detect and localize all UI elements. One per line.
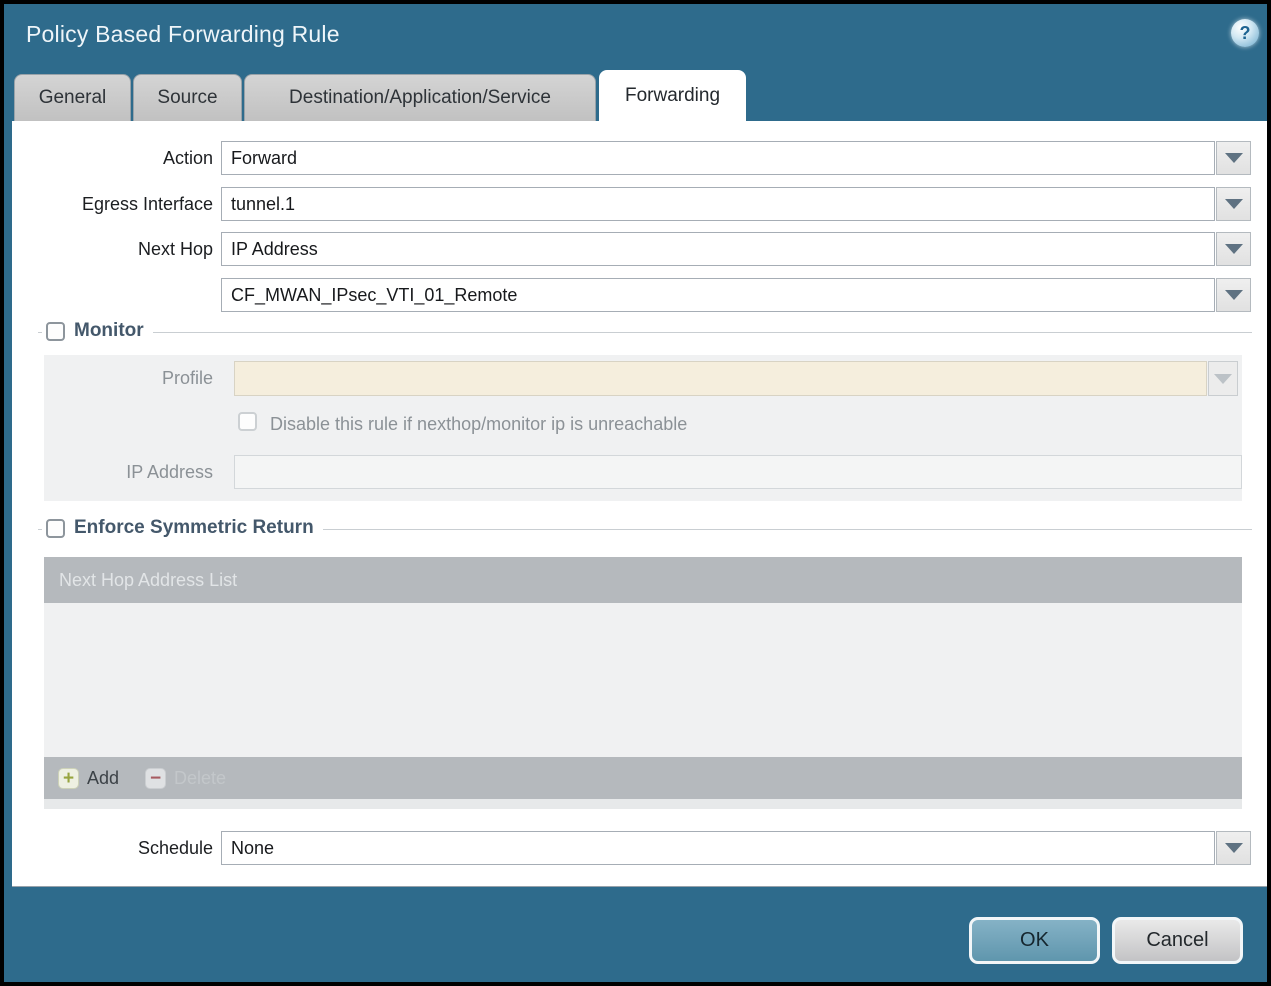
action-dropdown-button[interactable] (1216, 141, 1251, 175)
tab-forwarding[interactable]: Forwarding (599, 70, 746, 121)
next-hop-address-combo (221, 278, 1251, 312)
ok-button-label: OK (1020, 929, 1049, 951)
monitor-ip-address-input (234, 455, 1242, 489)
next-hop-address-list-toolbar: + Add − Delete (44, 757, 1242, 799)
monitor-legend: Monitor (42, 320, 153, 342)
next-hop-combo (221, 232, 1251, 266)
profile-combo (234, 361, 1238, 396)
chevron-down-icon (1224, 153, 1243, 163)
disable-rule-label: Disable this rule if nexthop/monitor ip … (270, 414, 688, 434)
tab-forwarding-label: Forwarding (624, 85, 721, 106)
chevron-down-icon (1224, 199, 1243, 209)
profile-dropdown-button (1208, 361, 1238, 396)
schedule-combo (221, 831, 1251, 865)
symmetric-return-group: Enforce Symmetric Return (38, 517, 1252, 539)
next-hop-address-input[interactable] (221, 278, 1215, 312)
tab-source[interactable]: Source (133, 74, 242, 121)
table-resize-strip (44, 799, 1242, 809)
next-hop-address-dropdown-button[interactable] (1216, 278, 1251, 312)
help-icon[interactable]: ? (1231, 19, 1259, 47)
next-hop-address-list-body (44, 603, 1242, 757)
monitor-legend-label: Monitor (74, 320, 144, 341)
next-hop-type-input[interactable] (221, 232, 1215, 266)
chevron-down-icon (1214, 373, 1232, 384)
profile-input (234, 361, 1207, 396)
screen: Policy Based Forwarding Rule ? General S… (0, 0, 1271, 986)
profile-label: Profile (161, 368, 213, 388)
disable-rule-checkbox (238, 412, 257, 431)
delete-button: − Delete (145, 767, 227, 789)
schedule-dropdown-button[interactable] (1216, 831, 1251, 865)
add-button-label: Add (87, 767, 120, 788)
next-hop-address-list-table: Next Hop Address List + Add − Delete (44, 557, 1242, 809)
action-combo (221, 141, 1251, 175)
action-label: Action (162, 148, 213, 168)
action-input[interactable] (221, 141, 1215, 175)
cancel-button-label: Cancel (1146, 929, 1209, 951)
schedule-label: Schedule (137, 838, 213, 858)
add-icon: + (58, 767, 79, 789)
monitor-ip-address-label: IP Address (126, 462, 213, 482)
monitor-group: Monitor (38, 320, 1252, 342)
delete-icon: − (145, 767, 167, 789)
chevron-down-icon (1224, 244, 1243, 254)
next-hop-address-list-header: Next Hop Address List (44, 557, 1242, 603)
symmetric-return-checkbox[interactable] (46, 518, 65, 538)
tab-dest-label: Destination/Application/Service (289, 87, 551, 108)
schedule-input[interactable] (221, 831, 1215, 865)
egress-interface-combo (221, 187, 1251, 221)
pbf-rule-dialog: Policy Based Forwarding Rule ? General S… (4, 4, 1267, 982)
tab-source-label: Source (157, 87, 218, 108)
add-button[interactable]: + Add (58, 767, 120, 789)
chevron-down-icon (1224, 290, 1243, 300)
next-hop-label: Next Hop (137, 239, 213, 259)
ok-button[interactable]: OK (969, 917, 1100, 964)
egress-interface-label: Egress Interface (81, 194, 213, 214)
tab-general-label: General (38, 87, 107, 108)
egress-interface-input[interactable] (221, 187, 1215, 221)
monitor-checkbox[interactable] (46, 321, 65, 341)
symmetric-return-legend: Enforce Symmetric Return (42, 517, 323, 539)
tab-destination-application-service[interactable]: Destination/Application/Service (244, 74, 596, 121)
egress-interface-dropdown-button[interactable] (1216, 187, 1251, 221)
tab-general[interactable]: General (14, 74, 131, 121)
cancel-button[interactable]: Cancel (1112, 917, 1243, 964)
next-hop-address-list-header-label: Next Hop Address List (59, 569, 238, 590)
symmetric-return-legend-label: Enforce Symmetric Return (74, 517, 314, 538)
next-hop-dropdown-button[interactable] (1216, 232, 1251, 266)
chevron-down-icon (1224, 843, 1243, 853)
dialog-title: Policy Based Forwarding Rule (26, 21, 340, 47)
forwarding-tab-panel: Action Egress Interface Next Hop (12, 121, 1267, 887)
delete-button-label: Delete (174, 767, 227, 788)
